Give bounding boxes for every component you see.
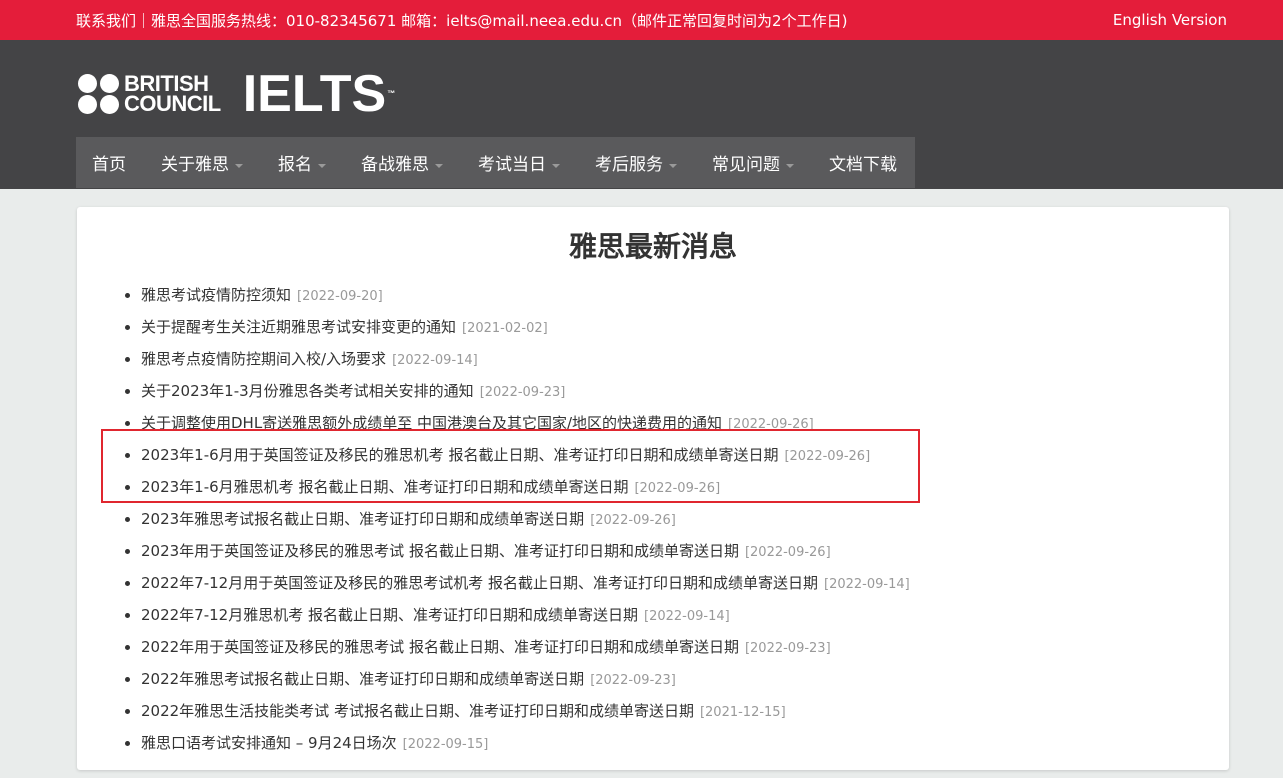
nav-item-label: 考试当日 [478,155,546,175]
nav-item-1[interactable]: 关于雅思 [161,150,243,175]
news-item: 关于提醒考生关注近期雅思考试安排变更的通知 [2021-02-02] [141,315,910,347]
news-item-date: [2022-09-26] [590,513,676,528]
news-item-link[interactable]: 雅思口语考试安排通知 – 9月24日场次 [141,734,397,752]
news-item: 雅思考点疫情防控期间入校/入场要求 [2022-09-14] [141,347,910,379]
news-item-date: [2022-09-23] [479,385,566,400]
news-item-link[interactable]: 关于2023年1-3月份雅思各类考试相关安排的通知 [141,382,474,400]
news-item-date: [2022-09-23] [744,641,831,656]
logo-area[interactable]: BRITISH COUNCIL IELTS™ [78,68,395,120]
news-item-date: [2022-09-15] [402,737,489,752]
news-item: 2023年雅思考试报名截止日期、准考证打印日期和成绩单寄送日期 [2022-09-… [141,507,910,539]
news-item-date: [2022-09-14] [644,609,730,624]
contact-info: 联系我们｜雅思全国服务热线：010-82345671 邮箱：ielts@mail… [76,11,848,30]
news-item-date: [2022-09-20] [297,289,383,304]
nav-item-6[interactable]: 常见问题 [712,150,794,175]
nav-item-label: 常见问题 [712,155,780,175]
nav-item-label: 报名 [278,155,312,175]
news-item-link[interactable]: 2023年用于英国签证及移民的雅思考试 报名截止日期、准考证打印日期和成绩单寄送… [141,542,739,560]
news-item: 雅思考试疫情防控须知 [2022-09-20] [141,283,910,315]
nav-item-7[interactable]: 文档下载 [829,150,897,175]
news-item: 2023年用于英国签证及移民的雅思考试 报名截止日期、准考证打印日期和成绩单寄送… [141,539,910,571]
site-header: BRITISH COUNCIL IELTS™ 首页 关于雅思 报名 备战雅思 考试当日 考… [0,40,1283,189]
page-title: 雅思最新消息 [568,230,737,263]
english-version-link[interactable]: English Version [1113,11,1227,29]
main-nav: 首页 关于雅思 报名 备战雅思 考试当日 考后服务 常见问题 文档下载 [76,137,915,188]
news-item: 2022年用于英国签证及移民的雅思考试 报名截止日期、准考证打印日期和成绩单寄送… [141,635,910,667]
chevron-down-icon [669,163,677,168]
news-item-link[interactable]: 2023年雅思考试报名截止日期、准考证打印日期和成绩单寄送日期 [141,510,584,528]
news-item: 2022年雅思生活技能类考试 考试报名截止日期、准考证打印日期和成绩单寄送日期 [… [141,699,910,731]
news-item-link[interactable]: 2022年用于英国签证及移民的雅思考试 报名截止日期、准考证打印日期和成绩单寄送… [141,638,739,656]
chevron-down-icon [435,163,443,168]
news-item-link[interactable]: 关于提醒考生关注近期雅思考试安排变更的通知 [141,318,456,336]
news-item-link[interactable]: 雅思考试疫情防控须知 [141,286,291,304]
news-item: 2022年7-12月用于英国签证及移民的雅思考试机考 报名截止日期、准考证打印日… [141,571,910,603]
news-list: 雅思考试疫情防控须知 [2022-09-20] 关于提醒考生关注近期雅思考试安排变更… [121,283,910,763]
nav-item-label: 考后服务 [595,155,663,175]
news-item-link[interactable]: 2022年7-12月用于英国签证及移民的雅思考试机考 报名截止日期、准考证打印日… [141,574,818,592]
ielts-logo: IELTS™ [242,65,396,123]
news-item-date: [2022-09-14] [392,353,478,368]
nav-item-3[interactable]: 备战雅思 [361,150,443,175]
news-item: 雅思口语考试安排通知 – 9月24日场次 [2022-09-15] [141,731,910,763]
nav-item-2[interactable]: 报名 [278,150,326,175]
news-item: 2022年雅思考试报名截止日期、准考证打印日期和成绩单寄送日期 [2022-09-… [141,667,910,699]
nav-item-label: 关于雅思 [161,155,229,175]
chevron-down-icon [786,163,794,168]
nav-item-0[interactable]: 首页 [92,150,126,175]
british-council-logo: BRITISH COUNCIL [124,71,221,116]
news-item: 2022年7-12月雅思机考 报名截止日期、准考证打印日期和成绩单寄送日期 [20… [141,603,910,635]
news-item-link[interactable]: 2022年雅思考试报名截止日期、准考证打印日期和成绩单寄送日期 [141,670,584,688]
nav-item-label: 备战雅思 [361,155,429,175]
nav-item-label: 文档下载 [829,155,897,175]
news-item-link[interactable]: 雅思考点疫情防控期间入校/入场要求 [141,350,386,368]
chevron-down-icon [552,163,560,168]
nav-item-4[interactable]: 考试当日 [478,150,560,175]
top-bar: 联系我们｜雅思全国服务热线：010-82345671 邮箱：ielts@mail… [0,0,1283,40]
highlight-annotation-box [101,429,920,503]
nav-item-label: 首页 [92,155,126,175]
news-item-date: [2022-09-26] [744,545,831,560]
chevron-down-icon [235,163,243,168]
news-item-date: [2022-09-14] [824,577,910,592]
news-item-date: [2021-12-15] [699,705,786,720]
news-item-link[interactable]: 2022年7-12月雅思机考 报名截止日期、准考证打印日期和成绩单寄送日期 [141,606,638,624]
news-item-date: [2021-02-02] [462,321,548,336]
nav-item-5[interactable]: 考后服务 [595,150,677,175]
news-item-date: [2022-09-23] [590,673,676,688]
chevron-down-icon [318,163,326,168]
news-item-link[interactable]: 2022年雅思生活技能类考试 考试报名截止日期、准考证打印日期和成绩单寄送日期 [141,702,694,720]
british-council-dots-icon [78,74,120,114]
news-item: 关于2023年1-3月份雅思各类考试相关安排的通知 [2022-09-23] [141,379,910,411]
